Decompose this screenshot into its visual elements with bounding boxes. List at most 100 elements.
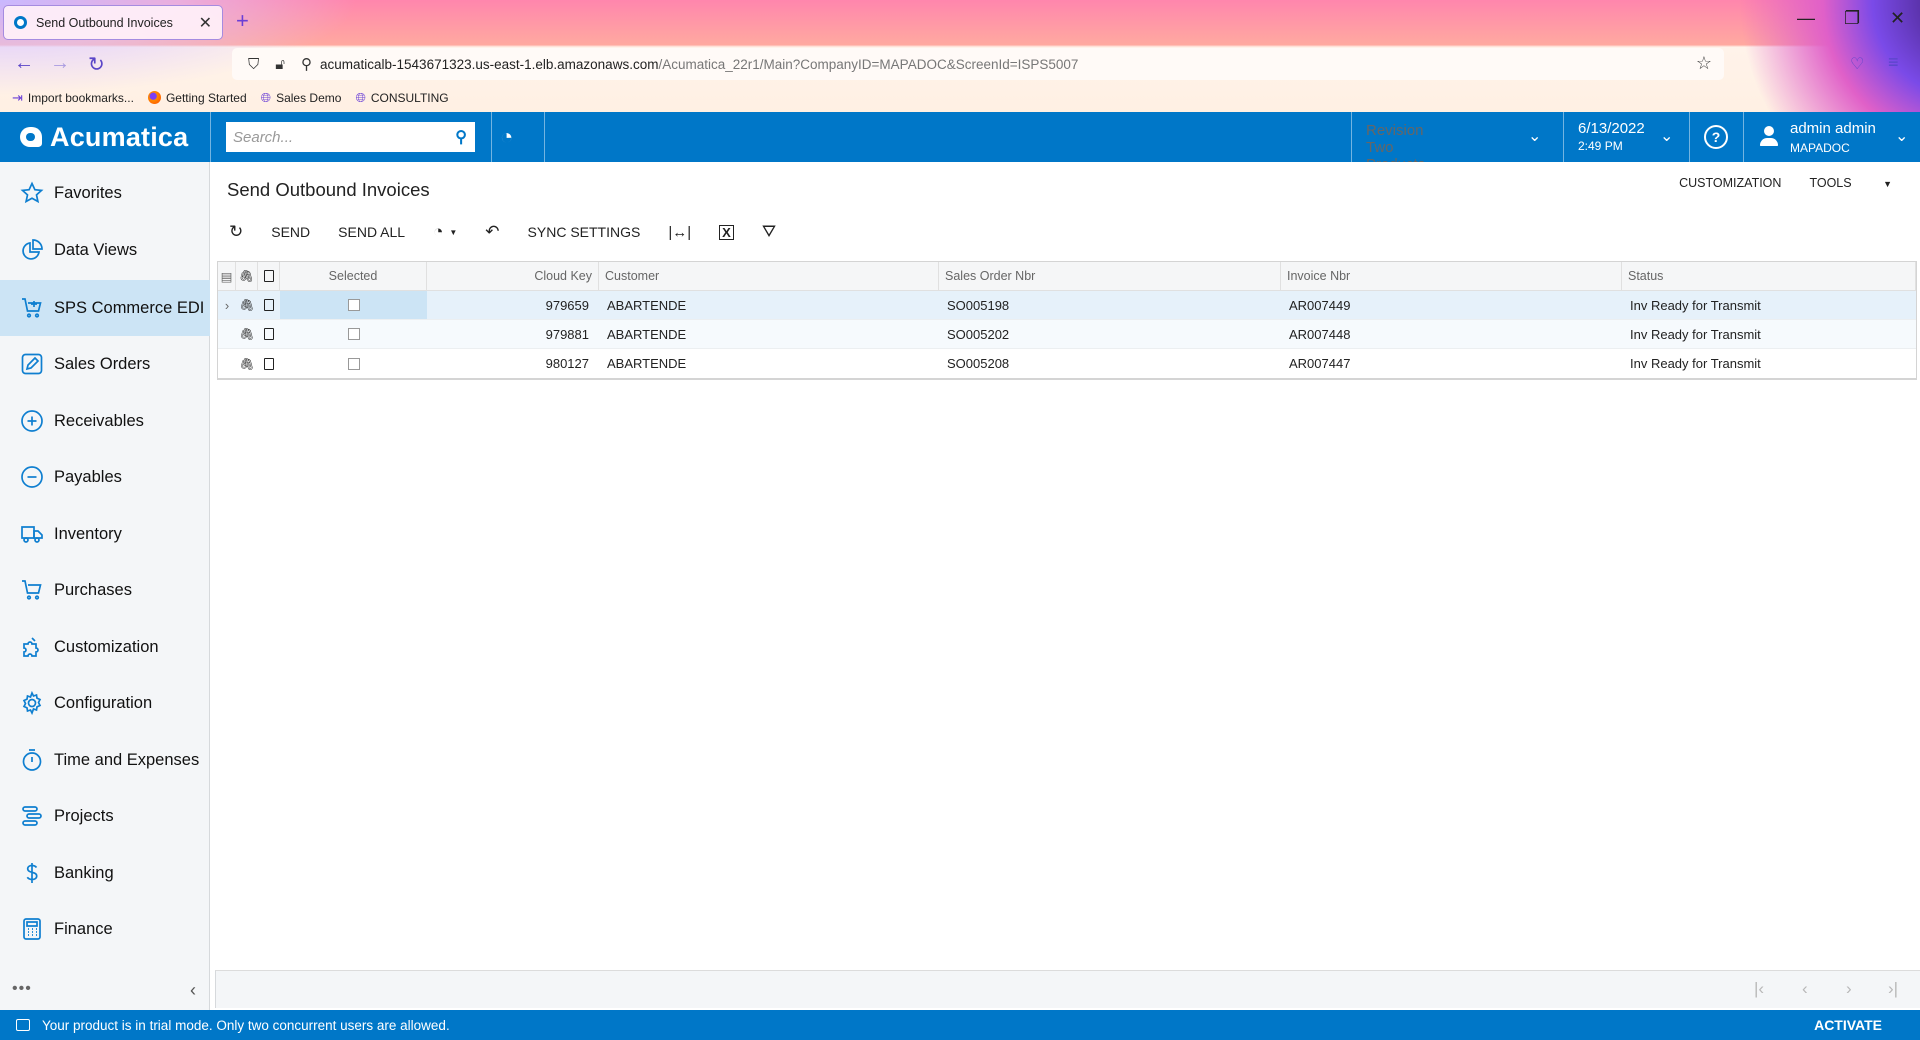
previous-page-button[interactable]: ‹	[1802, 979, 1808, 999]
sidebar-item-inventory[interactable]: Inventory	[0, 508, 210, 560]
shield-icon[interactable]: ⛉	[248, 56, 259, 73]
recent-history-icon[interactable]: ◔	[500, 124, 513, 150]
bookmark-consulting[interactable]: 🌐︎ CONSULTING	[355, 90, 448, 106]
sidebar-item-purchases[interactable]: Purchases	[0, 564, 210, 616]
refresh-button[interactable]: ↻	[229, 222, 243, 242]
sidebar-item-sales-orders[interactable]: Sales Orders	[0, 338, 210, 390]
pocket-icon[interactable]: ♡	[1850, 54, 1864, 74]
minus-circle-icon	[20, 465, 44, 489]
sync-settings-button[interactable]: SYNC SETTINGS	[528, 224, 641, 240]
attachment-icon[interactable]: 🖇︎	[236, 320, 258, 348]
selected-checkbox[interactable]	[347, 299, 360, 311]
bookmarks-bar: ⇥ Import bookmarks... Getting Started 🌐︎ S…	[0, 84, 1920, 111]
attachment-icon[interactable]: 🖇︎	[236, 291, 258, 319]
table-row[interactable]: 🖇︎ 979881 ABARTENDE SO005202 AR007448 In…	[218, 320, 1916, 349]
search-icon[interactable]: ⚲	[455, 127, 467, 147]
sidebar-item-receivables[interactable]: Receivables	[0, 395, 210, 447]
bookmark-import[interactable]: ⇥ Import bookmarks...	[12, 90, 134, 106]
table-row[interactable]: 🖇︎ 980127 ABARTENDE SO005208 AR007447 In…	[218, 349, 1916, 378]
schedule-button[interactable]: ◔ ▼	[433, 222, 457, 242]
menu-icon[interactable]: ≡	[1888, 52, 1899, 73]
collapse-sidebar-icon[interactable]: ‹	[190, 980, 196, 1001]
sidebar-item-banking[interactable]: Banking	[0, 847, 210, 899]
forward-button[interactable]: →	[50, 52, 70, 75]
send-button[interactable]: SEND	[271, 224, 310, 240]
insecure-lock-icon[interactable]: 🔓︎	[275, 56, 285, 73]
row-settings-icon[interactable]: ▤	[218, 262, 236, 290]
column-header-customer[interactable]: Customer	[599, 262, 939, 290]
last-page-button[interactable]: ›|	[1888, 979, 1898, 999]
table-row[interactable]: › 🖇︎ 979659 ABARTENDE SO005198 AR007449 …	[218, 291, 1916, 320]
sidebar: Favorites Data Views SPS Commerce EDI Sa…	[0, 162, 210, 1010]
column-header-sales-order-nbr[interactable]: Sales Order Nbr	[939, 262, 1281, 290]
address-bar[interactable]: ⛉ 🔓︎ ⚲ acumaticalb-1543671323.us-east-1.…	[232, 48, 1724, 80]
column-header-invoice-nbr[interactable]: Invoice Nbr	[1281, 262, 1622, 290]
note-icon[interactable]	[258, 349, 280, 378]
filter-icon[interactable]: ⛛	[762, 222, 776, 242]
chevron-down-icon: ⌄	[1528, 128, 1542, 145]
column-header-selected[interactable]: Selected	[280, 262, 427, 290]
sidebar-item-data-views[interactable]: Data Views	[0, 224, 210, 276]
sidebar-item-label: Customization	[54, 637, 159, 656]
minimize-icon[interactable]: —	[1797, 8, 1815, 29]
bookmark-sales-demo[interactable]: 🌐︎ Sales Demo	[261, 90, 342, 106]
acumatica-logo-icon	[20, 127, 42, 147]
chevron-down-icon: ⌄	[1660, 128, 1674, 145]
page-title: Send Outbound Invoices	[227, 179, 430, 200]
customer-cell: ABARTENDE	[607, 356, 687, 371]
permissions-icon[interactable]: ⚲	[301, 55, 312, 73]
close-tab-icon[interactable]: ✕	[199, 13, 212, 33]
help-icon[interactable]: ?	[1704, 125, 1728, 149]
invoice-cell: AR007447	[1289, 356, 1351, 371]
attachment-icon[interactable]: 🖇︎	[236, 349, 258, 378]
send-all-button[interactable]: SEND ALL	[338, 224, 405, 240]
message-icon	[16, 1019, 30, 1031]
divider	[210, 112, 211, 162]
selected-checkbox[interactable]	[347, 357, 360, 370]
search-input[interactable]	[233, 128, 443, 146]
pie-chart-icon	[20, 238, 44, 262]
new-tab-button[interactable]: +	[236, 8, 249, 34]
business-date-selector[interactable]: 6/13/2022 2:49 PM ⌄	[1564, 112, 1689, 162]
sidebar-item-time-and-expenses[interactable]: Time and Expenses	[0, 734, 210, 786]
grid-header: ▤ 🖇︎ Selected Cloud Key Customer Sales O…	[218, 262, 1916, 291]
sidebar-item-sps-commerce-edi[interactable]: SPS Commerce EDI	[0, 280, 210, 336]
bookmark-getting-started[interactable]: Getting Started	[147, 91, 247, 105]
sidebar-item-finance[interactable]: Finance	[0, 903, 210, 955]
customization-menu[interactable]: CUSTOMIZATION	[1679, 176, 1781, 190]
caret-down-icon: ▼	[449, 227, 458, 237]
sidebar-item-projects[interactable]: Projects	[0, 790, 210, 842]
undo-button[interactable]: ↶	[485, 222, 499, 242]
next-page-button[interactable]: ›	[1846, 979, 1852, 999]
note-icon[interactable]	[258, 291, 280, 319]
user-tenant: MAPADOC	[1790, 141, 1850, 155]
user-menu[interactable]: admin admin MAPADOC ⌄	[1745, 112, 1920, 162]
sidebar-item-payables[interactable]: Payables	[0, 451, 210, 503]
back-button[interactable]: ←	[14, 52, 34, 75]
company-selector[interactable]: Revision Two Products Products Wholesale…	[1352, 112, 1562, 204]
export-excel-icon[interactable]: X	[719, 224, 734, 240]
reload-button[interactable]: ↻	[88, 52, 105, 77]
column-header-cloud-key[interactable]: Cloud Key	[427, 262, 599, 290]
first-page-button[interactable]: |‹	[1754, 979, 1764, 999]
selected-checkbox[interactable]	[347, 328, 360, 340]
tools-menu[interactable]: TOOLS ▼	[1809, 176, 1892, 190]
close-window-icon[interactable]: ✕	[1890, 8, 1905, 29]
column-header-status[interactable]: Status	[1622, 262, 1916, 290]
bookmark-star-icon[interactable]: ☆	[1696, 53, 1712, 74]
note-icon[interactable]	[258, 320, 280, 348]
sidebar-item-favorites[interactable]: Favorites	[0, 167, 210, 219]
activate-button[interactable]: ACTIVATE	[1814, 1017, 1882, 1033]
sidebar-item-configuration[interactable]: Configuration	[0, 677, 210, 729]
selected-cell	[280, 320, 427, 348]
browser-tab[interactable]: Send Outbound Invoices ✕	[3, 5, 223, 40]
more-icon[interactable]: •••	[12, 980, 32, 998]
fit-columns-icon[interactable]: |↔|	[668, 224, 691, 241]
attachments-column-icon: 🖇︎	[236, 262, 258, 290]
restore-icon[interactable]: ❐	[1844, 8, 1860, 29]
sidebar-item-customization[interactable]: Customization	[0, 621, 210, 673]
sidebar-footer: ••• ‹	[0, 974, 210, 1010]
divider	[1743, 112, 1744, 162]
tools-label: TOOLS	[1809, 176, 1852, 190]
acumatica-logo[interactable]: Acumatica	[0, 112, 210, 162]
